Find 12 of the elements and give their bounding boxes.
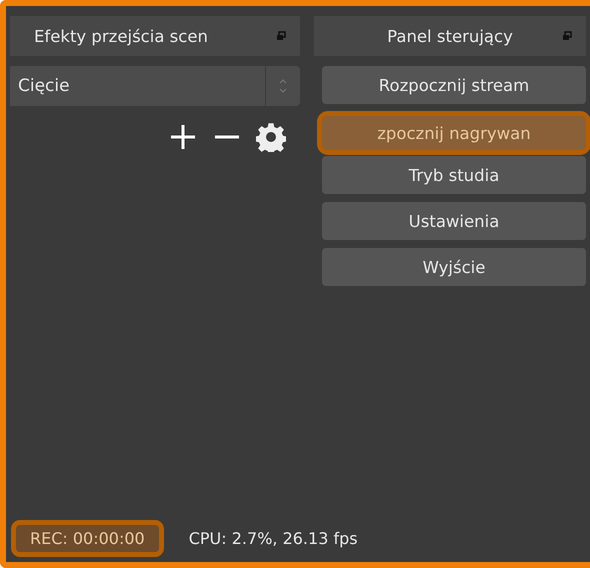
cpu-status: CPU: 2.7%, 26.13 fps xyxy=(188,528,358,548)
settings-icon[interactable] xyxy=(256,122,286,152)
control-button[interactable]: Ustawienia xyxy=(322,202,586,240)
control-button[interactable]: Wyjście xyxy=(322,248,586,286)
control-button[interactable]: zpocznij nagrywan xyxy=(322,116,586,150)
add-icon[interactable] xyxy=(168,122,198,152)
dock-title: Efekty przejścia scen xyxy=(34,26,209,46)
control-button[interactable]: Rozpocznij stream xyxy=(322,66,586,104)
control-button[interactable]: Tryb studia xyxy=(322,156,586,194)
dock-title: Panel sterujący xyxy=(386,26,514,46)
recording-timer: REC: 00:00:00 xyxy=(16,524,159,552)
transition-dropdown[interactable]: Cięcie xyxy=(10,66,300,106)
